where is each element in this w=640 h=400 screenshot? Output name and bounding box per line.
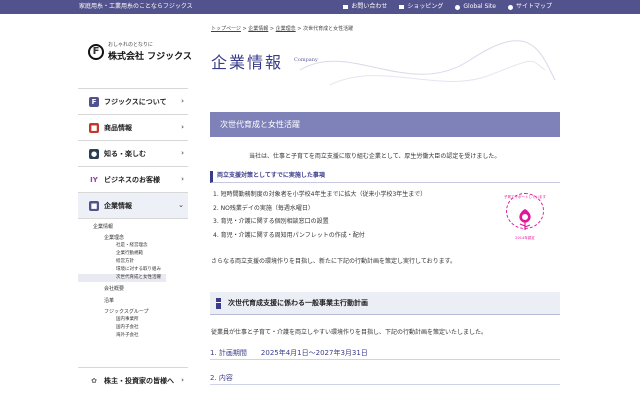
sidebar-last: ✿ 株主・投資家の皆様へ ›: [78, 367, 188, 393]
sidebar-item-about[interactable]: F フジックスについて ›: [78, 88, 188, 114]
sidebar-item-label: 企業情報: [104, 201, 132, 210]
plan-period-label: 1. 計画期間: [210, 349, 247, 357]
plan-text: 従業員が仕事と子育て・介護を両立しやすい環境作りを目指し、下記の行動計画を策定い…: [211, 329, 487, 336]
sidebar-item-label: ビジネスのお客様: [104, 175, 160, 184]
list-item: 1. 短時間勤務制度の対象者を小学校4年生までに拡大（従来小学校3年生まで）: [213, 191, 427, 198]
mail-icon: [343, 5, 349, 9]
chevron-down-icon: ⌄: [178, 201, 184, 209]
sitemap-link[interactable]: サイトマップ: [507, 0, 552, 14]
submenu-kankyo[interactable]: 環境に対する取り組み: [78, 266, 188, 274]
plan-box-bar-icon: [216, 298, 221, 309]
logo-mark-icon: F: [88, 44, 104, 60]
summary-text: さらなる両立支援の環境作りを目指し、新たに下記の行動計画を策定し実行しております…: [211, 258, 457, 265]
top-links: お問い合わせ ショッピング Global Site サイトマップ: [343, 0, 552, 14]
breadcrumb-info[interactable]: 企業情報: [248, 26, 268, 32]
sidebar-item-learn[interactable]: ● 知る・楽しむ ›: [78, 140, 188, 166]
chevron-right-icon: ›: [181, 149, 184, 157]
site-tagline: 家庭用糸・工業用糸のことならフジックス: [79, 3, 193, 10]
submenu-jisedai[interactable]: 次世代育成と女性活躍: [78, 274, 166, 283]
submenu-shaze[interactable]: 社是・経営理念: [78, 242, 188, 250]
badge-year-text: 2014年認定: [515, 236, 535, 240]
kurumin-badge: 子育てサポートしています 2014年認定: [504, 193, 546, 253]
section-heading: 両立支援対策としてすでに実施した事項: [210, 171, 560, 183]
chevron-right-icon: ›: [181, 376, 184, 384]
sidebar-item-label: 知る・楽しむ: [104, 149, 146, 158]
fujix-icon: F: [89, 96, 99, 107]
plan-period-row: 1. 計画期間 2025年4月1日〜2027年3月31日: [210, 348, 560, 360]
cart-icon: [399, 5, 405, 9]
submenu-hoshin[interactable]: 経営方針: [78, 258, 188, 266]
sitemap-icon: [507, 4, 513, 10]
company-logo[interactable]: F おしゃれのとなりに 株式会社 フジックス: [88, 40, 192, 66]
sidebar-item-company[interactable]: ■ 企業情報 ⌄: [78, 192, 188, 218]
submenu-domestic-office[interactable]: 国内事業所: [78, 316, 188, 324]
submenu-rinen[interactable]: 企業理念: [78, 234, 188, 242]
submenu-gaiyo[interactable]: 会社概要: [78, 285, 188, 293]
flower-icon: ✿: [91, 376, 97, 385]
decorative-swoosh-icon: [299, 40, 556, 86]
plan-content-row: 2. 内容: [210, 373, 560, 385]
list-item: 2. NO残業デイの実施（毎週水曜日）: [213, 204, 314, 212]
plan-box-title: 次世代育成支援に係わる一般事業主行動計画: [228, 299, 368, 307]
intro-text: 当社は、仕事と子育てを両立支援に取り組む企業として、厚生労働大臣の認定を受けまし…: [249, 153, 501, 160]
measures-list: 1. 短時間勤務制度の対象者を小学校4年生までに拡大（従来小学校3年生まで） 2…: [213, 190, 426, 244]
sidebar-item-label: 商品情報: [104, 123, 132, 132]
submenu-company-info[interactable]: 企業情報: [78, 223, 188, 231]
sidebar: F フジックスについて › ■ 商品情報 › ● 知る・楽しむ › IY ビジネ…: [78, 88, 188, 394]
sidebar-item-label: フジックスについて: [104, 97, 167, 106]
top-bar: 家庭用糸・工業用糸のことならフジックス お問い合わせ ショッピング Global…: [0, 0, 640, 14]
section-banner: 次世代育成と女性活躍: [210, 112, 560, 137]
breadcrumb: トップページ > 企業情報 > 企業理念 > 次世代育成と女性活躍: [211, 26, 354, 32]
globe-icon: [455, 4, 461, 10]
sidebar-item-products[interactable]: ■ 商品情報 ›: [78, 114, 188, 140]
sidebar-item-label: 株主・投資家の皆様へ: [104, 376, 174, 385]
page-title: 企業情報: [211, 53, 284, 72]
submenu-overseas-sub[interactable]: 海外子会社: [78, 332, 188, 340]
logo-name: 株式会社 フジックス: [108, 52, 192, 62]
business-icon: IY: [90, 175, 98, 184]
sidebar-item-investors[interactable]: ✿ 株主・投資家の皆様へ ›: [78, 367, 188, 393]
chevron-right-icon: ›: [181, 175, 184, 183]
breadcrumb-home[interactable]: トップページ: [211, 26, 241, 32]
badge-arc-text: 子育てサポートしています: [504, 195, 546, 199]
product-icon: ■: [89, 122, 99, 133]
company-icon: ■: [89, 200, 99, 211]
learn-icon: ●: [89, 148, 99, 159]
plan-box: 次世代育成支援に係わる一般事業主行動計画: [210, 292, 560, 315]
chevron-right-icon: ›: [181, 123, 184, 131]
list-item: 4. 育児・介護に関する周知用パンフレットの作成・配付: [213, 231, 365, 239]
kurumin-flower-icon: [519, 209, 531, 230]
submenu-kihan[interactable]: 企業行動規範: [78, 250, 188, 258]
page-subtitle: Company: [294, 57, 318, 63]
submenu-domestic-sub[interactable]: 国内子会社: [78, 324, 188, 332]
shopping-link[interactable]: ショッピング: [399, 0, 443, 14]
sidebar-item-business[interactable]: IY ビジネスのお客様 ›: [78, 166, 188, 192]
submenu-enkaku[interactable]: 沿革: [78, 297, 188, 305]
breadcrumb-current: 次世代育成と女性活躍: [303, 26, 354, 32]
plan-content-label: 2. 内容: [210, 374, 233, 382]
logo-tagline: おしゃれのとなりに: [108, 42, 153, 48]
submenu-group[interactable]: フジックスグループ: [78, 308, 188, 316]
global-site-link[interactable]: Global Site: [455, 0, 496, 14]
contact-link[interactable]: お問い合わせ: [343, 0, 387, 14]
plan-period-value: 2025年4月1日〜2027年3月31日: [260, 349, 368, 357]
list-item: 3. 育児・介護に関する個別相談窓口の設置: [213, 218, 329, 225]
chevron-right-icon: ›: [181, 97, 184, 105]
breadcrumb-rinen[interactable]: 企業理念: [276, 26, 296, 32]
